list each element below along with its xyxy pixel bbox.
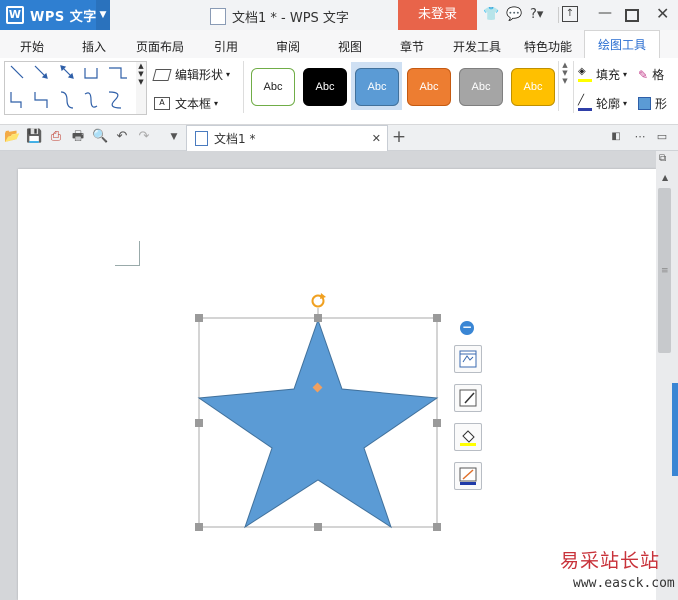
redo-icon[interactable]: ↷ — [136, 129, 152, 145]
star-shape[interactable] — [197, 318, 439, 529]
wrap-text-icon — [459, 350, 477, 368]
window-title-text: 文档1 * - WPS 文字 — [232, 11, 349, 26]
chevron-down-icon: ▾ — [623, 70, 628, 79]
app-menu-chevron-icon[interactable]: ▼ — [96, 0, 110, 30]
style-gallery-scroll[interactable]: ▲ ▼ ▼ — [558, 61, 571, 111]
scroll-grip-icon: ≡ — [661, 266, 669, 276]
restore-ribbon-icon[interactable]: ↑ — [562, 6, 578, 22]
format-brush-icon: ✎ — [638, 67, 649, 82]
skin-shirt-icon[interactable]: 👕 — [483, 7, 499, 22]
fill-float-button[interactable] — [454, 423, 482, 451]
chevron-down-icon: ▾ — [226, 70, 231, 79]
minimize-icon[interactable]: — — [598, 5, 612, 21]
chat-icon[interactable]: 💬 — [506, 7, 522, 22]
login-button[interactable]: 未登录 — [398, 0, 477, 30]
edit-shape-pen-icon — [459, 389, 477, 407]
close-icon[interactable]: ✕ — [656, 4, 669, 23]
tab-developer[interactable]: 开发工具 — [453, 38, 501, 55]
ribbon-divider — [243, 61, 244, 113]
layout-options-button[interactable] — [454, 345, 482, 373]
textbox-label: 文本框 — [175, 97, 212, 111]
shape-style-orange[interactable]: Abc — [407, 68, 451, 106]
fill-label: 填充 — [596, 68, 621, 82]
watermark-url: www.easck.com — [573, 576, 675, 591]
layout-icon[interactable]: ▭ — [654, 129, 670, 145]
outline-label: 轮廓 — [596, 97, 621, 111]
shape-style-white[interactable]: Abc — [251, 68, 295, 106]
wps-logo-icon: W — [6, 6, 24, 24]
tab-references[interactable]: 引用 — [214, 38, 238, 55]
app-name: WPS 文字 — [30, 9, 97, 25]
cut-label-1: 格 — [652, 68, 665, 82]
line-shapes-gallery[interactable] — [4, 61, 138, 115]
cut-label-2: 形 — [655, 97, 668, 111]
shape-style-blue[interactable]: Abc — [355, 68, 399, 106]
fill-button[interactable]: ◈ 填充 ▾ — [578, 66, 627, 83]
tab-page-layout[interactable]: 页面布局 — [136, 38, 184, 55]
open-folder-icon[interactable]: 📂 — [4, 129, 20, 145]
format-painter-button[interactable]: ✎ 格 — [638, 66, 664, 83]
print-icon[interactable]: 🖶 — [70, 129, 86, 145]
tab-view[interactable]: 视图 — [338, 38, 362, 55]
chevron-down-icon: ▾ — [214, 99, 219, 108]
save-icon[interactable]: 💾 — [26, 129, 42, 145]
more-options-icon[interactable]: ⋯ — [632, 129, 648, 145]
edit-shape-float-button[interactable] — [454, 384, 482, 412]
shape-effect-button[interactable]: 形 — [638, 95, 667, 112]
textbox-icon: A — [154, 97, 170, 110]
shape-style-gold[interactable]: Abc — [511, 68, 555, 106]
export-pdf-icon[interactable]: ⎙ — [48, 129, 64, 145]
close-tab-icon[interactable]: ✕ — [372, 132, 381, 145]
connector-lines-icon — [10, 65, 127, 109]
shape-style-gray[interactable]: Abc — [459, 68, 503, 106]
tab-insert[interactable]: 插入 — [82, 38, 106, 55]
title-divider — [558, 7, 559, 23]
document-tab-label: 文档1 * — [214, 132, 256, 146]
print-preview-icon[interactable]: 🔍 — [92, 129, 108, 145]
doc-switch-icon[interactable]: ◧ — [608, 129, 624, 145]
outline-pen-icon: ╱ — [578, 96, 592, 111]
ribbon-divider — [573, 61, 574, 113]
margin-corner-marker — [115, 241, 140, 266]
new-tab-icon[interactable]: + — [391, 129, 407, 146]
collapse-toolbar-icon[interactable]: − — [460, 321, 474, 335]
document-icon — [210, 8, 226, 25]
shape-effect-icon — [638, 97, 651, 110]
watermark-text: 易采站长站 — [560, 550, 661, 572]
customize-dropdown-icon[interactable]: ▼ — [166, 129, 182, 145]
split-view-icon[interactable]: ⧉ — [659, 153, 666, 164]
chevron-down-icon: ▾ — [623, 99, 628, 108]
star-shape-selection[interactable] — [190, 290, 450, 540]
edit-shape-button[interactable]: 编辑形状 ▾ — [152, 66, 231, 83]
outline-float-button[interactable] — [454, 462, 482, 490]
maximize-icon[interactable] — [625, 9, 639, 22]
tab-drawing-tools[interactable]: 绘图工具 — [584, 30, 660, 60]
tab-review[interactable]: 审阅 — [276, 38, 300, 55]
undo-icon[interactable]: ↶ — [114, 129, 130, 145]
shape-style-black[interactable]: Abc — [303, 68, 347, 106]
edit-shape-label: 编辑形状 — [175, 68, 224, 82]
tab-chapter[interactable]: 章节 — [400, 38, 424, 55]
rotate-handle-icon[interactable] — [311, 293, 327, 308]
outline-pen-icon — [459, 467, 477, 485]
side-panel-tab[interactable] — [672, 383, 678, 476]
scroll-up-icon[interactable]: ▲ — [662, 173, 668, 182]
document-tab[interactable]: 文档1 * ✕ — [186, 125, 388, 151]
window-title: 文档1 * - WPS 文字 — [210, 7, 349, 26]
outline-button[interactable]: ╱ 轮廓 ▾ — [578, 95, 627, 112]
fill-bucket-icon: ◈ — [578, 67, 592, 82]
tab-special-features[interactable]: 特色功能 — [524, 38, 572, 55]
tab-start[interactable]: 开始 — [20, 38, 44, 55]
document-icon — [195, 131, 208, 146]
help-icon[interactable]: ?▾ — [530, 7, 543, 22]
wps-app-button[interactable]: W WPS 文字 ▼ — [0, 0, 110, 30]
paint-bucket-icon — [460, 430, 476, 446]
textbox-button[interactable]: A 文本框 ▾ — [154, 95, 218, 112]
gallery-scroll[interactable]: ▲ ▼ ▼ — [136, 61, 147, 115]
edit-shape-icon — [152, 68, 172, 81]
